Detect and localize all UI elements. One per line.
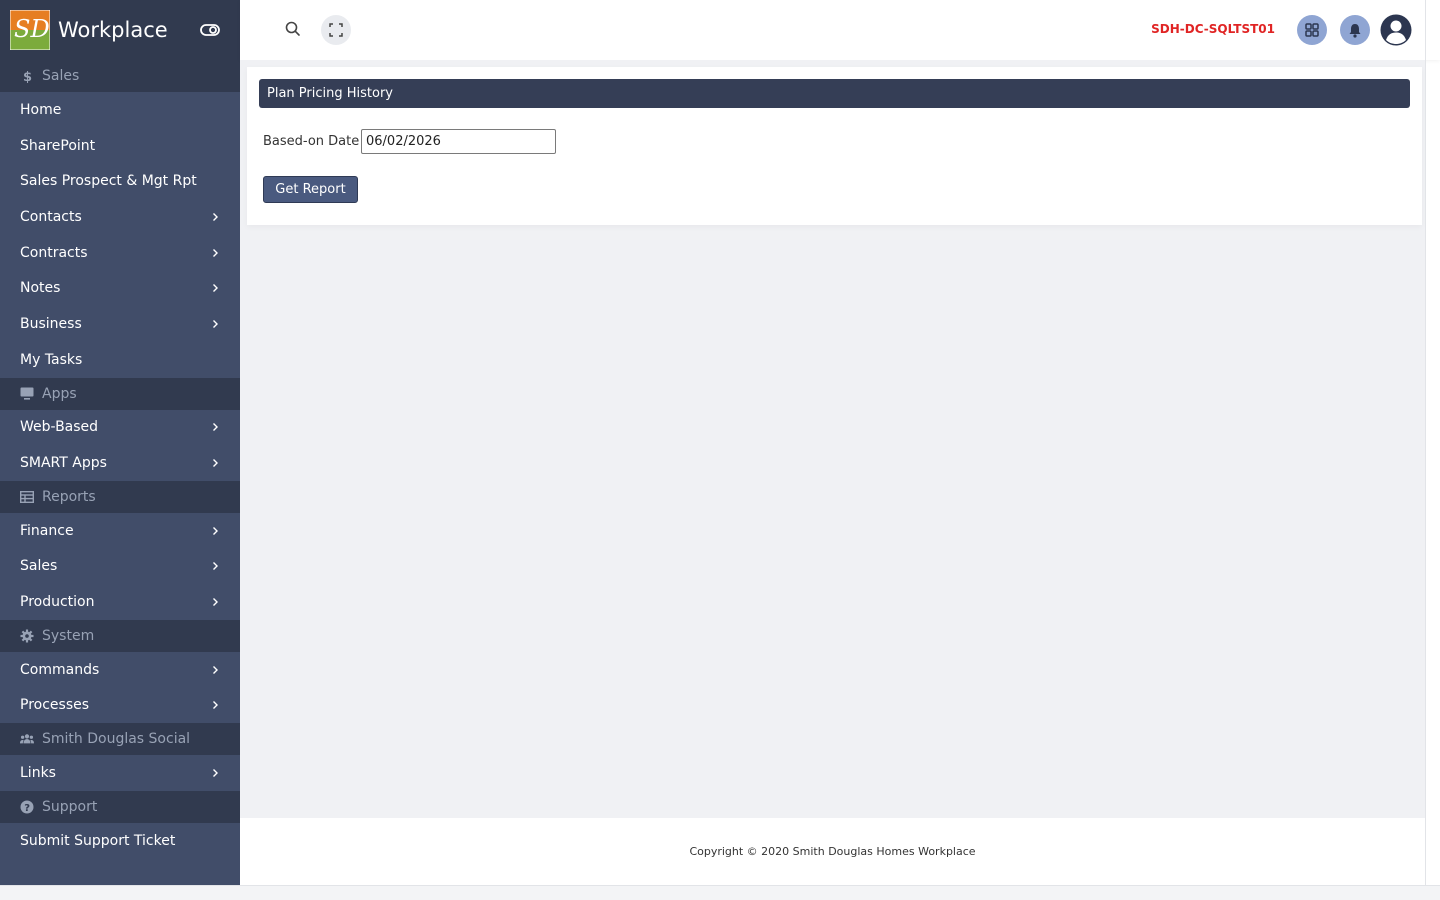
sidebar-item-label: Contacts (20, 208, 82, 225)
card-title: Plan Pricing History (259, 79, 1410, 108)
bottom-edge (0, 885, 1440, 900)
sidebar-item-links[interactable]: Links (0, 755, 240, 791)
sidebar-item-label: Submit Support Ticket (20, 832, 176, 849)
sidebar-item-submit-support-ticket[interactable]: Submit Support Ticket (0, 823, 240, 859)
copyright-text: Copyright © 2020 Smith Douglas Homes Wor… (689, 845, 976, 858)
date-label: Based-on Date (263, 134, 360, 149)
chevron-right-icon (210, 319, 220, 329)
sidebar-item-my-tasks[interactable]: My Tasks (0, 342, 240, 378)
sidebar-section-reports: Reports (0, 480, 240, 513)
sidebar-toggle-icon[interactable] (200, 20, 220, 40)
logo-text: SD (14, 15, 50, 43)
sidebar-item-label: Production (20, 594, 95, 611)
svg-text:$: $ (23, 70, 32, 83)
date-input[interactable] (361, 129, 556, 154)
scrollbar-track (1425, 0, 1426, 885)
sidebar-section-apps: Apps (0, 377, 240, 410)
sidebar-item-sales-prospect-mgt-rpt[interactable]: Sales Prospect & Mgt Rpt (0, 163, 240, 199)
sidebar-section-label: Apps (42, 385, 77, 402)
chevron-right-icon (210, 700, 220, 710)
sidebar-section-system: System (0, 619, 240, 652)
sidebar-section-label: System (42, 627, 95, 644)
chevron-right-icon (210, 665, 220, 675)
app-title: Workplace (58, 18, 168, 42)
users-icon (20, 732, 34, 746)
sidebar-item-label: Notes (20, 280, 61, 297)
sidebar-item-contracts[interactable]: Contracts (0, 235, 240, 271)
sidebar-item-label: Finance (20, 522, 74, 539)
fullscreen-button[interactable] (321, 15, 351, 45)
topbar: SDH-DC-SQLTST01 (240, 0, 1440, 60)
sidebar-item-label: Processes (20, 697, 90, 714)
logo[interactable]: SD (10, 10, 50, 50)
sidebar-item-label: Web-Based (20, 419, 99, 436)
sidebar-item-label: Sales Prospect & Mgt Rpt (20, 173, 197, 190)
sidebar-section-label: Reports (42, 488, 96, 505)
sidebar-item-production[interactable]: Production (0, 584, 240, 620)
sidebar-item-finance[interactable]: Finance (0, 513, 240, 549)
sidebar-item-label: Contracts (20, 244, 88, 261)
monitor-icon (20, 387, 34, 401)
chevron-right-icon (210, 526, 220, 536)
footer: Copyright © 2020 Smith Douglas Homes Wor… (240, 818, 1425, 885)
question-circle-icon: ? (20, 800, 34, 814)
search-icon[interactable] (284, 20, 302, 38)
sidebar-section-sales: $ Sales (0, 60, 240, 92)
sidebar-item-label: My Tasks (20, 351, 83, 368)
chevron-right-icon (210, 283, 220, 293)
sidebar-item-contacts[interactable]: Contacts (0, 199, 240, 235)
user-avatar-icon[interactable] (1380, 14, 1412, 46)
sidebar-item-label: Commands (20, 661, 100, 678)
sidebar-item-label: Links (20, 765, 56, 782)
brand-bar: SD Workplace (0, 0, 240, 60)
sidebar-section-label: Sales (42, 68, 80, 84)
sidebar-item-label: SharePoint (20, 137, 96, 154)
sidebar-item-sharepoint[interactable]: SharePoint (0, 128, 240, 164)
sidebar: SD Workplace $ Sales Home SharePoint Sales P… (0, 0, 240, 885)
sidebar-item-smart-apps[interactable]: SMART Apps (0, 445, 240, 481)
chevron-right-icon (210, 768, 220, 778)
sidebar-item-label: SMART Apps (20, 455, 107, 472)
sidebar-item-label: Business (20, 315, 82, 332)
server-name: SDH-DC-SQLTST01 (1151, 22, 1275, 36)
chevron-right-icon (210, 458, 220, 468)
sidebar-item-processes[interactable]: Processes (0, 688, 240, 724)
sidebar-item-business[interactable]: Business (0, 306, 240, 342)
report-card: Plan Pricing History Based-on Date Get R… (247, 67, 1422, 225)
expand-icon (329, 23, 343, 37)
chevron-right-icon (210, 248, 220, 258)
grid-icon (1305, 23, 1319, 37)
bell-icon (1349, 23, 1361, 38)
sidebar-item-web-based[interactable]: Web-Based (0, 410, 240, 446)
sidebar-section-smith-douglas-social: Smith Douglas Social (0, 723, 240, 756)
main-content: Plan Pricing History Based-on Date Get R… (240, 60, 1425, 818)
sidebar-item-home[interactable]: Home (0, 92, 240, 128)
sidebar-item-label: Sales (20, 558, 58, 575)
sidebar-item-sales[interactable]: Sales (0, 549, 240, 585)
notifications-button[interactable] (1340, 15, 1370, 45)
dollar-icon: $ (20, 69, 34, 83)
chevron-right-icon (210, 422, 220, 432)
table-icon (20, 490, 34, 504)
chevron-right-icon (210, 561, 220, 571)
chevron-right-icon (210, 212, 220, 222)
sidebar-item-commands[interactable]: Commands (0, 652, 240, 688)
sidebar-nav: $ Sales Home SharePoint Sales Prospect & Mgt… (0, 60, 240, 859)
sidebar-section-support: ? Support (0, 791, 240, 823)
get-report-button[interactable]: Get Report (263, 176, 358, 203)
gear-icon (20, 629, 34, 643)
sidebar-section-label: Smith Douglas Social (42, 731, 191, 748)
sidebar-item-notes[interactable]: Notes (0, 270, 240, 306)
svg-text:?: ? (24, 803, 30, 814)
sidebar-section-label: Support (42, 799, 98, 815)
chevron-right-icon (210, 597, 220, 607)
sidebar-item-label: Home (20, 101, 62, 118)
apps-button[interactable] (1297, 15, 1327, 45)
